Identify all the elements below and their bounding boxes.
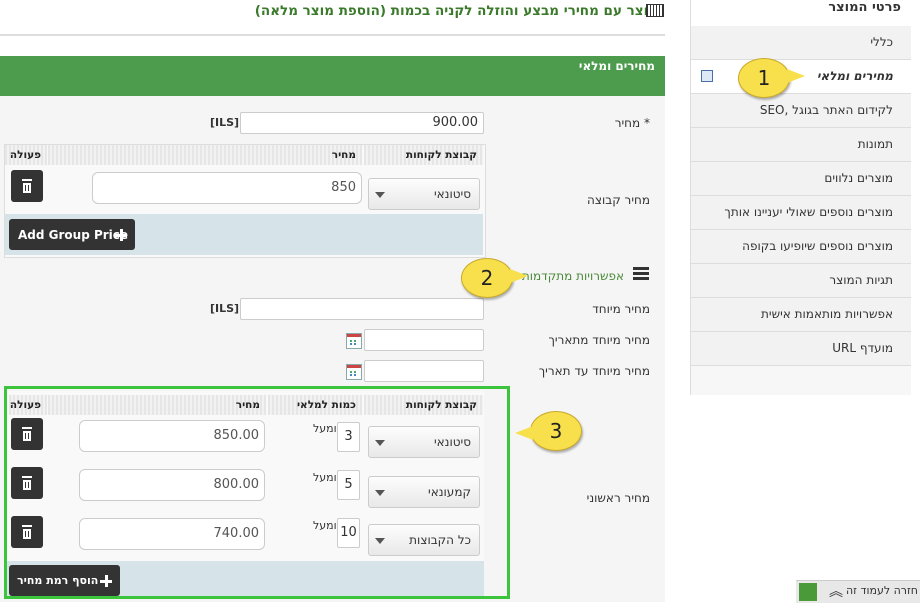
sidebar-item-crosssell[interactable]: מוצרים נוספים שיופיעו בקופה xyxy=(691,230,911,264)
sidebar-item-images[interactable]: תמונות xyxy=(691,128,911,162)
trash-icon xyxy=(22,179,32,181)
price-input[interactable]: 900.00 xyxy=(240,112,484,134)
group-price-customer-select[interactable]: סיטונאי xyxy=(368,178,480,210)
chevron-up-icon[interactable]: ︽ xyxy=(829,584,843,600)
special-from-date-input[interactable] xyxy=(364,329,484,351)
special-from-label: מחיר מיוחד מתאריך xyxy=(548,333,650,347)
calendar-icon[interactable] xyxy=(346,364,362,380)
callout-1: 1 xyxy=(738,58,805,98)
sidebar-item-custom-options[interactable]: אפשרויות מותאמות אישית xyxy=(691,298,911,332)
chevron-down-icon xyxy=(375,192,385,198)
sidebar-item-seo[interactable]: SEO, לקידום האתר בגוגל xyxy=(691,94,911,128)
price-header: מחיר xyxy=(48,145,362,165)
sidebar-item-upsell[interactable]: מוצרים נוספים שאולי יעניינו אותך xyxy=(691,196,911,230)
sidebar-item-url[interactable]: URL מועדף xyxy=(691,332,911,366)
sidebar-item-related[interactable]: מוצרים נלווים xyxy=(691,162,911,196)
price-currency: [ILS] xyxy=(210,116,240,129)
group-header: קבוצת לקוחות xyxy=(364,145,483,165)
sidebar-item-tags[interactable]: תגיות המוצר xyxy=(691,264,911,298)
title-divider xyxy=(0,34,665,36)
group-price-label: מחיר קבוצה xyxy=(587,193,650,207)
calendar-icon[interactable] xyxy=(346,333,362,349)
sidebar-item-general[interactable]: כללי xyxy=(691,26,911,60)
save-icon xyxy=(701,70,713,82)
add-group-price-button[interactable]: Add Group Price xyxy=(9,219,135,250)
tier-price-label: מחיר ראשוני xyxy=(586,491,650,505)
home-icon[interactable] xyxy=(799,583,817,601)
product-details-sidebar: פרטי המוצר כללי מחירים ומלאי SEO, לקידום… xyxy=(690,0,911,395)
grid-icon xyxy=(633,267,649,281)
advanced-options-link[interactable]: אפשרויות מתקדמות xyxy=(522,269,624,283)
special-to-date-input[interactable] xyxy=(364,360,484,382)
tier-highlight-box xyxy=(4,386,510,599)
callout-2: 2 xyxy=(461,258,528,298)
callout-3: 3 xyxy=(515,411,582,451)
sidebar-header: פרטי המוצר xyxy=(691,0,911,27)
special-price-input[interactable] xyxy=(240,298,484,320)
delete-group-price-button[interactable] xyxy=(11,170,43,202)
special-to-label: מחיר מיוחד עד תאריך xyxy=(538,364,650,378)
footer-bar: ︽ חזרה לעמוד זה xyxy=(796,580,920,603)
action-header: פעולה xyxy=(5,145,47,165)
plus-icon xyxy=(115,229,127,241)
back-to-page-link[interactable]: חזרה לעמוד זה xyxy=(846,584,918,597)
special-price-label: מחיר מיוחד xyxy=(592,302,650,316)
group-price-input[interactable]: 850 xyxy=(92,172,362,204)
price-label: מחיר * xyxy=(614,116,650,130)
page-title: מוצר עם מחירי מבצע והוזלה לקניה בכמות (ה… xyxy=(254,3,658,19)
section-header: מחירים ומלאי xyxy=(0,56,665,96)
barcode-icon xyxy=(646,4,664,17)
special-price-currency: [ILS] xyxy=(210,302,240,315)
